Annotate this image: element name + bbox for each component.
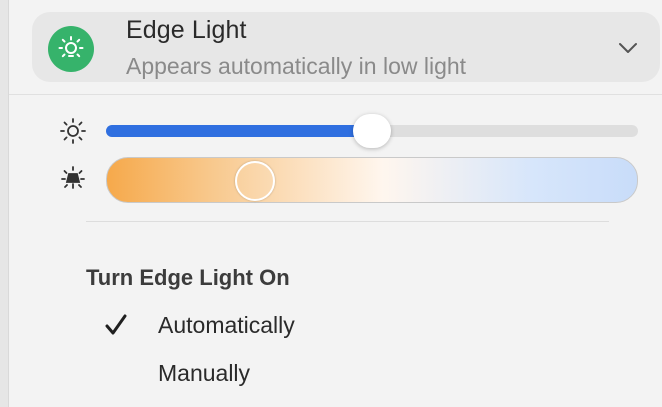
window-edge <box>0 0 9 407</box>
divider <box>9 94 662 95</box>
lightbulb-icon <box>48 26 94 72</box>
checkmark-icon <box>104 312 128 338</box>
feature-title: Edge Light <box>126 16 247 44</box>
menu-item-manually[interactable]: Manually <box>158 360 250 387</box>
feature-subtitle: Appears automatically in low light <box>126 53 467 79</box>
color-temperature-slider[interactable] <box>106 157 638 203</box>
brightness-slider[interactable] <box>106 114 638 148</box>
sun-icon <box>56 114 90 148</box>
menu-item-automatically[interactable]: Automatically <box>158 312 295 339</box>
brightness-slider-knob[interactable] <box>353 114 391 148</box>
color-temperature-knob[interactable] <box>235 161 275 201</box>
desk-lamp-icon <box>56 162 90 196</box>
divider <box>86 221 609 222</box>
section-heading: Turn Edge Light On <box>86 265 290 290</box>
brightness-slider-fill <box>106 125 372 137</box>
chevron-down-icon[interactable] <box>615 35 641 61</box>
